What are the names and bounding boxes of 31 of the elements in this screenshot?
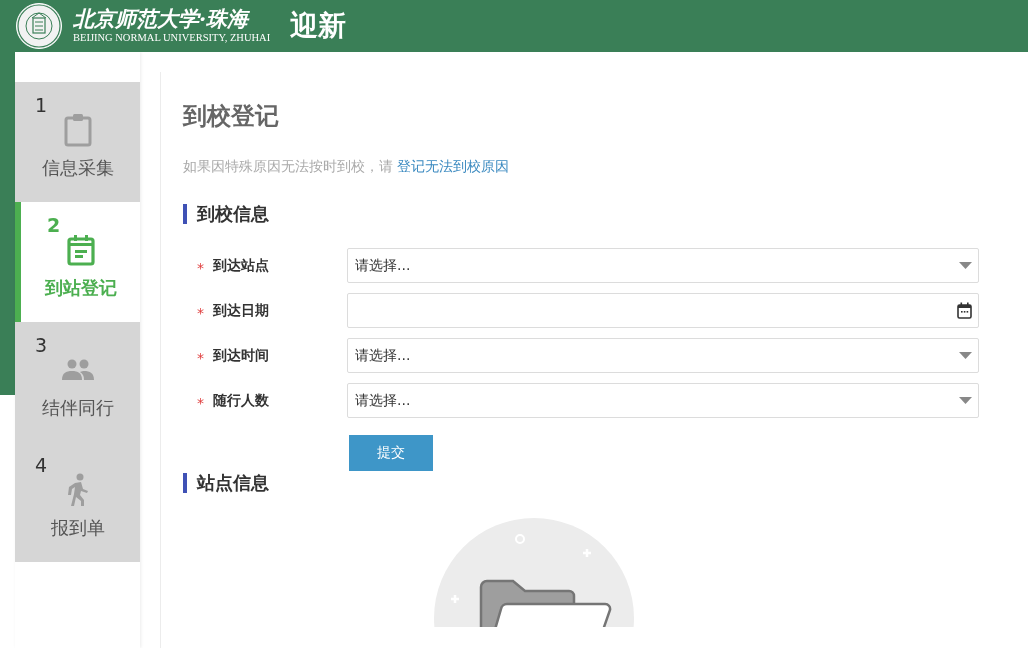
calendar-icon [957, 302, 972, 319]
walking-person-icon [65, 473, 90, 507]
field-label: 到达日期 [213, 301, 270, 320]
university-name: 北京师范大学·珠海 [73, 8, 251, 30]
field-label: 到达时间 [213, 346, 270, 365]
required-asterisk: * [196, 304, 205, 321]
app-title: 迎新 [290, 8, 347, 44]
step-tab[interactable]: 4 报到单 [15, 442, 140, 562]
dropdown-arrow-icon [959, 261, 972, 270]
required-asterisk: * [196, 259, 205, 276]
notice-text: 如果因特殊原因无法按时到校，请 [183, 158, 394, 174]
university-name-english: BEIJING NORMAL UNIVERSITY, ZHUHAI [73, 33, 271, 44]
calendar-icon [65, 234, 96, 266]
step-tab[interactable]: 1 信息采集 [15, 82, 140, 202]
select-field[interactable]: 请选择... [347, 383, 979, 418]
register-reason-link[interactable]: 登记无法到校原因 [397, 158, 510, 174]
section-title: 到校信息 [197, 202, 269, 226]
required-asterisk: * [196, 349, 205, 366]
date-field[interactable] [347, 293, 979, 328]
select-field[interactable]: 请选择... [347, 248, 979, 283]
section-title: 站点信息 [197, 471, 269, 495]
select-field[interactable]: 请选择... [347, 338, 979, 373]
step-tab[interactable]: 3 结伴同行 [15, 322, 140, 442]
dropdown-arrow-icon [959, 351, 972, 360]
field-label: 到达站点 [213, 256, 270, 275]
page-title: 到校登记 [183, 101, 280, 132]
field-label: 随行人数 [213, 391, 270, 410]
clipboard-icon [62, 113, 93, 147]
required-asterisk: * [196, 394, 205, 411]
dropdown-arrow-icon [959, 396, 972, 405]
people-icon [60, 359, 95, 381]
